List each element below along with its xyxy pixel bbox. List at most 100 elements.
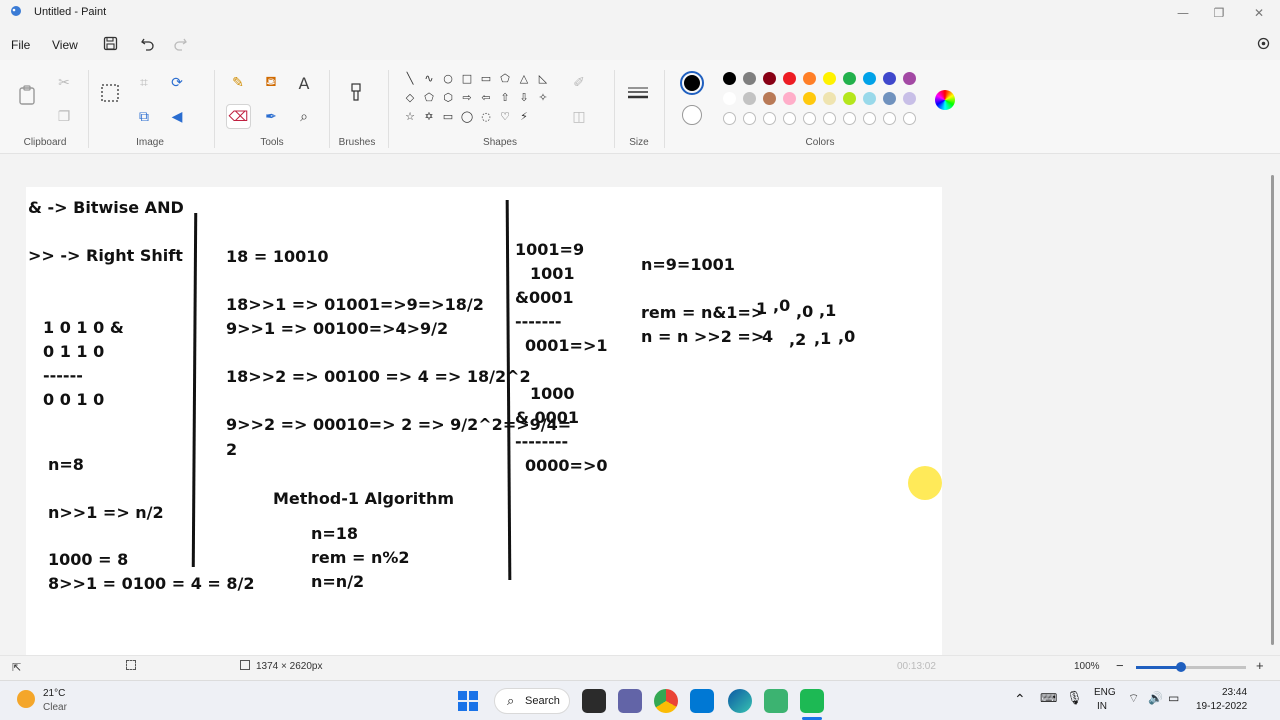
hexagon-shape-icon[interactable]: ⬡ — [441, 91, 455, 105]
four-point-star-shape-icon[interactable]: ✧ — [536, 91, 550, 105]
save-icon[interactable] — [103, 36, 118, 51]
down-arrow-shape-icon[interactable]: ⇩ — [517, 91, 531, 105]
shape-fill-icon[interactable]: ◫ — [568, 106, 590, 128]
left-arrow-shape-icon[interactable]: ⇦ — [479, 91, 493, 105]
redo-icon[interactable] — [173, 36, 188, 51]
heart-shape-icon[interactable]: ♡ — [498, 110, 512, 124]
cut-icon[interactable]: ✂ — [53, 72, 75, 94]
remote-desktop-icon[interactable] — [690, 689, 714, 713]
zoom-slider[interactable] — [1136, 662, 1246, 672]
color-swatch[interactable] — [883, 72, 896, 85]
custom-color-slot[interactable] — [743, 112, 756, 125]
color-swatch[interactable] — [763, 92, 776, 105]
paste-icon[interactable] — [15, 82, 39, 108]
battery-icon[interactable]: ▭ — [1168, 691, 1179, 705]
keyboard-icon[interactable]: ⌨ — [1040, 691, 1057, 705]
right-triangle-shape-icon[interactable]: ◺ — [536, 72, 550, 86]
diamond-shape-icon[interactable]: ◇ — [403, 91, 417, 105]
settings-icon[interactable] — [1256, 36, 1271, 51]
primary-color[interactable] — [680, 71, 704, 95]
region-label[interactable]: IN — [1097, 701, 1107, 712]
language-label[interactable]: ENG — [1094, 687, 1116, 698]
image-resize-icon[interactable]: ⧉ — [133, 106, 155, 128]
color-swatch[interactable] — [843, 72, 856, 85]
up-arrow-shape-icon[interactable]: ⇧ — [498, 91, 512, 105]
minimize-button[interactable]: — — [1174, 4, 1192, 22]
chrome-icon[interactable] — [654, 689, 678, 713]
custom-color-slot[interactable] — [883, 112, 896, 125]
rotate-icon[interactable]: ⟳ — [166, 72, 188, 94]
curve-shape-icon[interactable]: ∿ — [422, 72, 436, 86]
color-swatch[interactable] — [743, 72, 756, 85]
crop-icon[interactable]: ⌗ — [133, 72, 155, 94]
brush-icon[interactable] — [345, 82, 367, 104]
color-swatch[interactable] — [723, 72, 736, 85]
text-icon[interactable]: A — [293, 72, 315, 94]
rectangle-shape-icon[interactable]: □ — [460, 72, 474, 86]
chevron-up-icon[interactable]: ⌃ — [1014, 691, 1026, 708]
color-swatch[interactable] — [903, 92, 916, 105]
color-picker-icon[interactable]: ✒ — [260, 106, 282, 128]
paint-taskbar-icon[interactable] — [800, 689, 824, 713]
microphone-icon[interactable]: 🎙 — [1066, 690, 1083, 706]
windows-start-icon[interactable] — [458, 691, 478, 711]
color-swatch[interactable] — [883, 92, 896, 105]
custom-color-slot[interactable] — [843, 112, 856, 125]
line-shape-icon[interactable]: ╲ — [403, 72, 417, 86]
select-icon[interactable] — [99, 82, 121, 104]
magnifier-icon[interactable]: ⌕ — [293, 106, 315, 128]
clock-date[interactable]: 19-12-2022 — [1196, 701, 1247, 712]
weather-desc[interactable]: Clear — [43, 702, 67, 713]
callout-rect-shape-icon[interactable]: ▭ — [441, 110, 455, 124]
zoom-in-icon[interactable]: + — [1256, 658, 1264, 673]
right-arrow-shape-icon[interactable]: ⇨ — [460, 91, 474, 105]
clock-time[interactable]: 23:44 — [1222, 687, 1247, 698]
edge-icon[interactable] — [728, 689, 752, 713]
search-box[interactable]: ⌕ Search — [494, 688, 570, 714]
undo-icon[interactable] — [140, 36, 155, 51]
maximize-button[interactable]: ❐ — [1210, 4, 1228, 22]
menu-file[interactable]: File — [11, 38, 30, 52]
color-swatch[interactable] — [763, 72, 776, 85]
color-swatch[interactable] — [783, 72, 796, 85]
copy-icon[interactable]: ❐ — [53, 106, 75, 128]
polygon-shape-icon[interactable]: ⬠ — [498, 72, 512, 86]
color-swatch[interactable] — [823, 72, 836, 85]
size-icon[interactable] — [627, 82, 649, 104]
color-swatch[interactable] — [863, 92, 876, 105]
app-icon[interactable] — [764, 689, 788, 713]
flip-icon[interactable]: ◀ — [166, 106, 188, 128]
callout-cloud-shape-icon[interactable]: ◌ — [479, 110, 493, 124]
color-swatch[interactable] — [803, 72, 816, 85]
fill-icon[interactable]: ⛾ — [260, 72, 282, 94]
menu-view[interactable]: View — [52, 38, 78, 52]
color-swatch[interactable] — [783, 92, 796, 105]
volume-icon[interactable]: 🔊 — [1148, 691, 1163, 705]
close-button[interactable]: ✕ — [1250, 4, 1268, 22]
six-point-star-shape-icon[interactable]: ✡ — [422, 110, 436, 124]
custom-color-slot[interactable] — [903, 112, 916, 125]
pentagon-shape-icon[interactable]: ⬠ — [422, 91, 436, 105]
color-swatch[interactable] — [803, 92, 816, 105]
callout-oval-shape-icon[interactable]: ◯ — [460, 110, 474, 124]
rounded-rectangle-shape-icon[interactable]: ▭ — [479, 72, 493, 86]
teams-icon[interactable] — [618, 689, 642, 713]
lightning-shape-icon[interactable]: ⚡ — [517, 110, 531, 124]
custom-color-slot[interactable] — [823, 112, 836, 125]
color-swatch[interactable] — [903, 72, 916, 85]
color-swatch[interactable] — [843, 92, 856, 105]
zoom-out-icon[interactable]: − — [1116, 658, 1124, 673]
zoom-level[interactable]: 100% — [1074, 661, 1100, 672]
vertical-scrollbar[interactable] — [1271, 175, 1274, 645]
custom-color-slot[interactable] — [803, 112, 816, 125]
triangle-shape-icon[interactable]: △ — [517, 72, 531, 86]
pencil-icon[interactable]: ✎ — [227, 72, 249, 94]
custom-color-slot[interactable] — [863, 112, 876, 125]
color-swatch[interactable] — [723, 92, 736, 105]
wifi-icon[interactable]: ⌔ — [1128, 691, 1139, 706]
secondary-color[interactable] — [682, 105, 702, 125]
color-swatch[interactable] — [823, 92, 836, 105]
weather-temp[interactable]: 21°C — [43, 688, 65, 699]
five-point-star-shape-icon[interactable]: ☆ — [403, 110, 417, 124]
color-swatch[interactable] — [743, 92, 756, 105]
